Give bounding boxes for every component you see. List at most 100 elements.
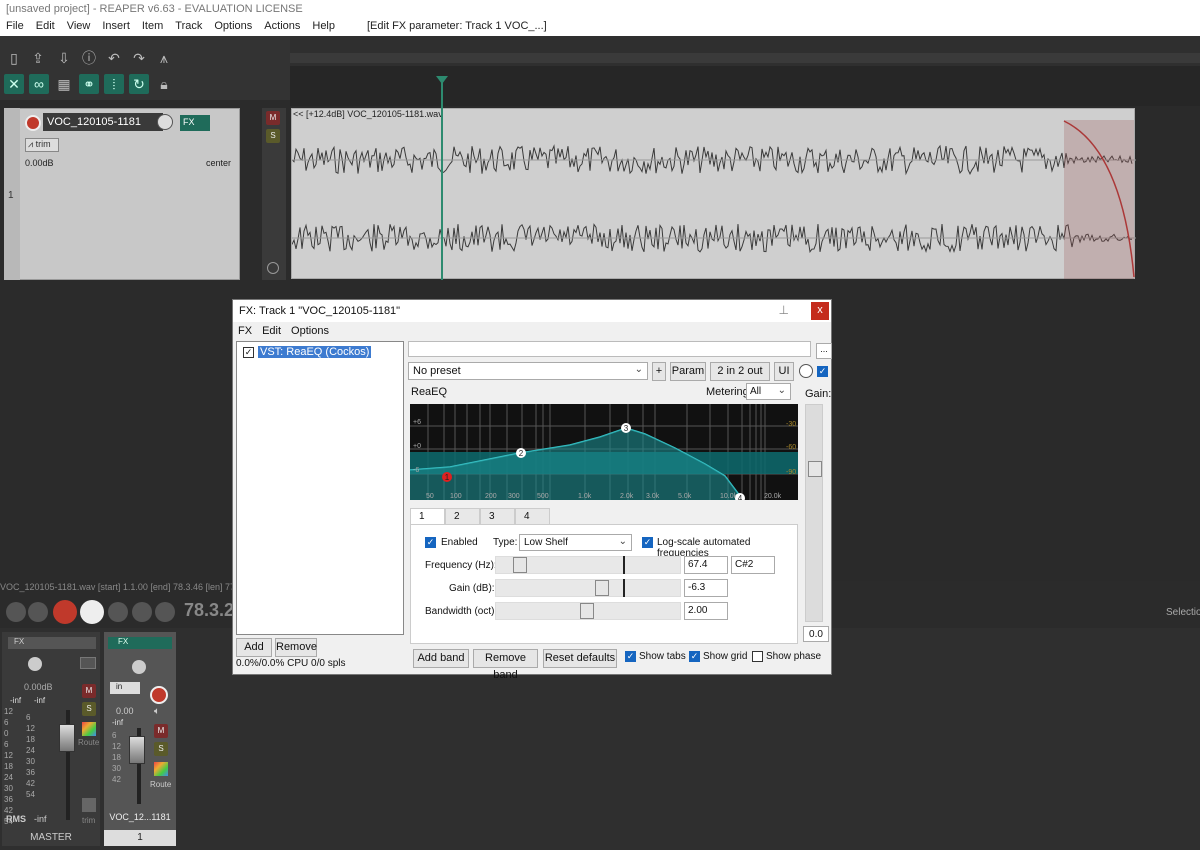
master-trim-icon[interactable]: [82, 798, 96, 812]
note-value[interactable]: C#2: [731, 556, 775, 574]
gain-value[interactable]: 0.0: [803, 626, 829, 642]
add-band-button[interactable]: Add band: [413, 649, 469, 668]
fx-menu-fx[interactable]: FX: [233, 325, 257, 337]
frequency-slider-handle[interactable]: [513, 557, 527, 573]
ui-button[interactable]: UI: [774, 362, 794, 381]
auto-crossfade-icon[interactable]: ⚭: [79, 74, 99, 94]
master-mute-button[interactable]: M: [82, 684, 96, 698]
go-end-icon[interactable]: [28, 602, 48, 622]
solo-button[interactable]: S: [266, 129, 280, 143]
new-project-icon[interactable]: ▯: [4, 48, 24, 68]
go-start-icon[interactable]: [6, 602, 26, 622]
add-preset-button[interactable]: +: [652, 362, 666, 381]
repeat-icon[interactable]: [108, 602, 128, 622]
frequency-value[interactable]: 67.4: [684, 556, 728, 574]
undo-icon[interactable]: ↶: [104, 48, 124, 68]
remove-band-button[interactable]: Remove band: [473, 649, 538, 681]
menu-track[interactable]: Track: [169, 20, 208, 36]
gain-slider[interactable]: [805, 404, 823, 622]
timeline-ruler[interactable]: [290, 36, 1200, 66]
track1-mute-button[interactable]: M: [154, 724, 168, 738]
show-grid-checkbox[interactable]: ✓: [689, 651, 700, 662]
trim-button[interactable]: ⩘ trim: [25, 138, 59, 152]
fx-menu-edit[interactable]: Edit: [257, 325, 286, 337]
menu-item[interactable]: Item: [136, 20, 169, 36]
tab-band-1[interactable]: 1: [410, 508, 445, 524]
menu-fx-param[interactable]: [Edit FX parameter: Track 1 VOC_...]: [361, 20, 553, 36]
menu-actions[interactable]: Actions: [258, 20, 306, 36]
track1-solo-button[interactable]: S: [154, 742, 168, 756]
envelope-points-icon[interactable]: ⦙: [104, 74, 124, 94]
redo-icon[interactable]: ↷: [129, 48, 149, 68]
pause-icon[interactable]: [155, 602, 175, 622]
lock-icon[interactable]: 🔒︎: [154, 74, 174, 94]
bandwidth-slider-handle[interactable]: [580, 603, 594, 619]
gain-db-slider[interactable]: [495, 579, 681, 597]
metronome-icon[interactable]: ⩚: [154, 48, 174, 68]
enabled-checkbox[interactable]: ✓: [425, 537, 436, 548]
menu-help[interactable]: Help: [306, 20, 341, 36]
menu-options[interactable]: Options: [208, 20, 258, 36]
track1-route-icon[interactable]: [154, 762, 168, 776]
master-pan-knob[interactable]: [28, 657, 42, 671]
log-scale-checkbox[interactable]: ✓: [642, 537, 653, 548]
type-select[interactable]: Low Shelf ⌄: [519, 534, 632, 551]
media-item[interactable]: [291, 108, 1136, 279]
play-icon[interactable]: [80, 600, 104, 624]
add-fx-button[interactable]: Add: [236, 638, 272, 657]
tab-band-3[interactable]: 3: [480, 508, 515, 524]
io-button[interactable]: 2 in 2 out: [710, 362, 770, 381]
show-tabs-option[interactable]: ✓ Show tabs: [625, 651, 686, 662]
reset-defaults-button[interactable]: Reset defaults: [543, 649, 617, 668]
fx-enable-checkbox[interactable]: ✓: [243, 346, 254, 358]
show-grid-option[interactable]: ✓ Show grid: [689, 651, 747, 662]
preset-name-field[interactable]: [408, 341, 811, 357]
open-project-icon[interactable]: ⇪: [28, 48, 48, 68]
track-name[interactable]: VOC_120105-1181: [43, 113, 163, 131]
stop-icon[interactable]: [132, 602, 152, 622]
grid-snap-icon[interactable]: ✕: [4, 74, 24, 94]
track1-input-select[interactable]: in: [110, 682, 140, 694]
record-arm-button[interactable]: [25, 115, 41, 131]
track1-fader[interactable]: [129, 736, 145, 764]
pin-icon[interactable]: ⊥: [779, 303, 789, 317]
playhead-marker-icon[interactable]: [436, 76, 448, 84]
menu-edit[interactable]: Edit: [30, 20, 61, 36]
menu-insert[interactable]: Insert: [96, 20, 136, 36]
mute-button[interactable]: M: [266, 111, 280, 125]
master-fx-button[interactable]: FX: [8, 637, 96, 649]
fade-out-region[interactable]: [1064, 120, 1134, 279]
track1-pan-knob[interactable]: [132, 660, 146, 674]
volume-knob[interactable]: [157, 114, 173, 130]
save-project-icon[interactable]: ⇩: [54, 48, 74, 68]
tab-band-4[interactable]: 4: [515, 508, 550, 524]
track1-fx-button[interactable]: FX: [108, 637, 172, 649]
ripple-link-icon[interactable]: ∞: [29, 74, 49, 94]
track1-record-arm-button[interactable]: [150, 686, 168, 704]
metering-select[interactable]: All ⌄: [746, 383, 791, 400]
tab-band-2[interactable]: 2: [445, 508, 480, 524]
fx-chain-item[interactable]: ✓ VST: ReaEQ (Cockos): [243, 346, 372, 358]
phase-icon[interactable]: [267, 262, 279, 274]
wet-knob[interactable]: [799, 364, 813, 378]
gain-slider-handle[interactable]: [808, 461, 822, 477]
show-phase-option[interactable]: Show phase: [752, 651, 821, 662]
track-control-panel[interactable]: VOC_120105-1181 FX ⩘ trim 0.00dB center: [4, 108, 240, 280]
close-button[interactable]: x: [811, 302, 829, 320]
preset-more-button[interactable]: ...: [816, 343, 832, 359]
fx-chain-list[interactable]: ✓ VST: ReaEQ (Cockos): [236, 341, 404, 635]
preset-select[interactable]: No preset ⌄: [408, 362, 648, 380]
bypass-checkbox[interactable]: ✓: [817, 366, 828, 377]
loop-icon[interactable]: ↻: [129, 74, 149, 94]
master-fader[interactable]: [59, 724, 75, 752]
menu-file[interactable]: File: [0, 20, 30, 36]
param-button[interactable]: Param: [670, 362, 706, 381]
eq-graph[interactable]: +6 +0 -6 -30 -60 -90 50 100 200 300 500 …: [410, 404, 798, 500]
fx-menu-options[interactable]: Options: [286, 325, 334, 337]
gain-db-slider-handle[interactable]: [595, 580, 609, 596]
record-icon[interactable]: [53, 600, 77, 624]
grid-icon[interactable]: ▦: [54, 74, 74, 94]
show-tabs-checkbox[interactable]: ✓: [625, 651, 636, 662]
master-mono-icon[interactable]: [80, 657, 96, 669]
speaker-icon[interactable]: 🔈︎: [154, 706, 160, 717]
